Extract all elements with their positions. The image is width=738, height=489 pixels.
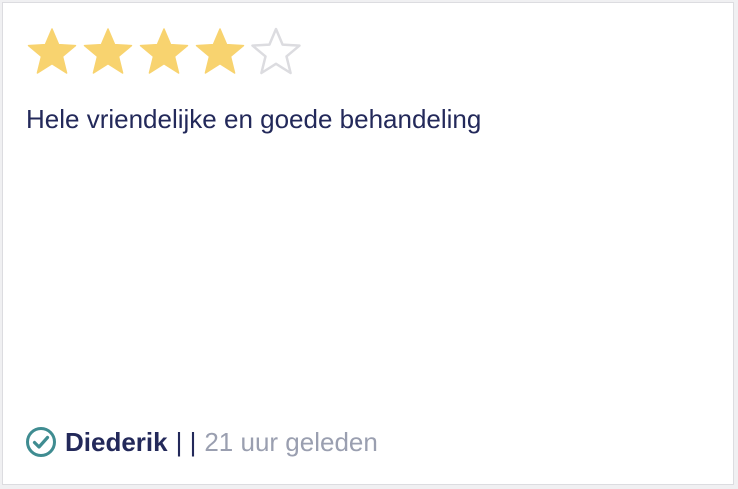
review-card: Hele vriendelijke en goede behandeling D…: [2, 2, 734, 485]
star-filled-icon: [82, 26, 134, 78]
review-author: Diederik: [65, 426, 168, 457]
meta-separator: | |: [175, 426, 197, 457]
star-filled-icon: [194, 26, 246, 78]
verified-check-icon: [25, 426, 57, 458]
review-footer: Diederik | | 21 uur geleden: [25, 426, 378, 458]
star-empty-icon: [250, 26, 302, 78]
review-timestamp: 21 uur geleden: [204, 426, 378, 457]
star-filled-icon: [138, 26, 190, 78]
star-filled-icon: [26, 26, 78, 78]
star-rating: [26, 26, 302, 78]
review-text: Hele vriendelijke en goede behandeling: [26, 104, 482, 134]
